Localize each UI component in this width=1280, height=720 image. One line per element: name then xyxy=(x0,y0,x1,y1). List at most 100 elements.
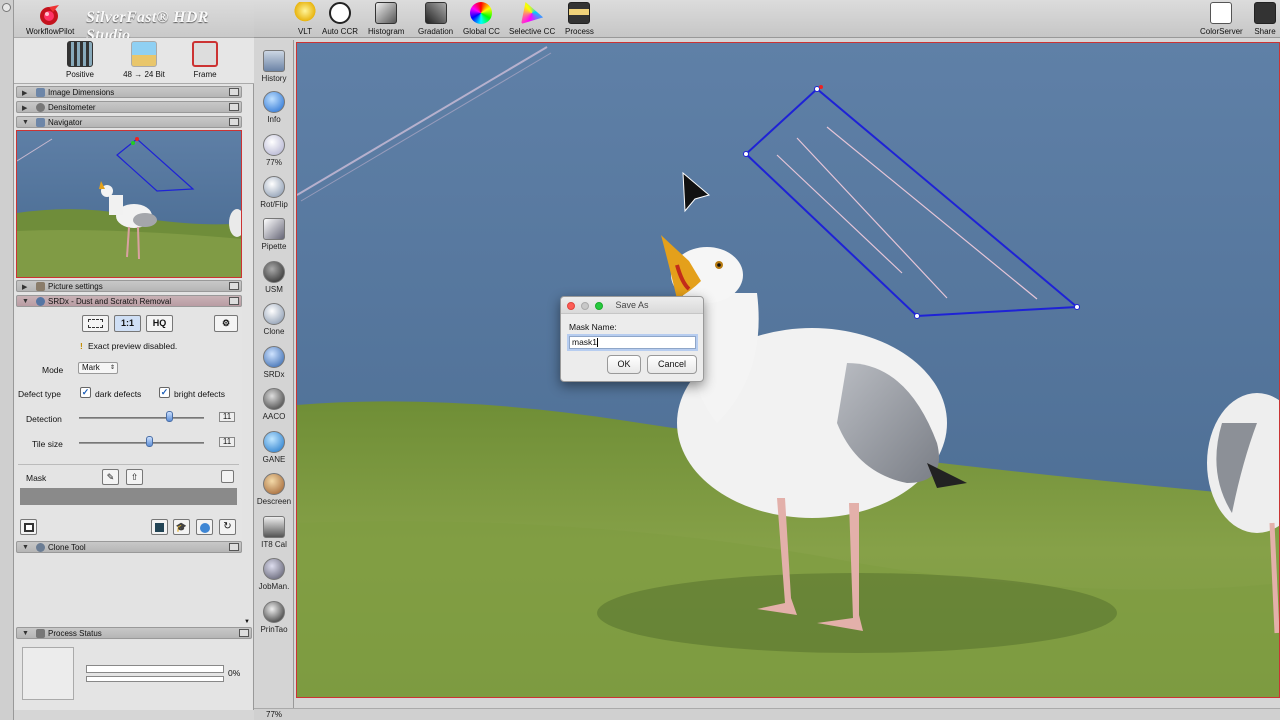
histogram-icon xyxy=(375,2,398,24)
tool-label: Info xyxy=(267,115,281,124)
srdx-tool[interactable]: SRDx xyxy=(254,346,294,379)
frame-mode-label: Frame xyxy=(193,70,217,79)
process-button[interactable]: Process xyxy=(565,2,594,36)
save-settings-button[interactable] xyxy=(20,519,37,535)
workflow-pilot-label[interactable]: WorkflowPilot xyxy=(26,27,74,36)
navigator-preview[interactable] xyxy=(16,130,242,278)
tile-size-value[interactable]: 11 xyxy=(219,437,235,447)
history-tool[interactable]: History xyxy=(254,50,294,83)
mask-name-input[interactable]: mask1 xyxy=(569,336,696,349)
bit-depth-button[interactable]: 48 → 24 Bit xyxy=(114,41,174,81)
clone-tool[interactable]: Clone xyxy=(254,303,294,336)
strip-toggle-icon[interactable] xyxy=(2,3,11,12)
disclosure-right-icon: ▶ xyxy=(22,90,28,97)
section-options-icon[interactable] xyxy=(229,118,239,126)
mode-select-value: Mark xyxy=(82,363,100,372)
bright-defects-label: bright defects xyxy=(174,389,226,399)
detection-slider[interactable] xyxy=(79,417,204,419)
rotflip-tool[interactable]: Rot/Flip xyxy=(254,176,294,209)
colorserver-button[interactable]: ColorServer xyxy=(1200,2,1243,36)
jobmanager-tool[interactable]: JobMan. xyxy=(254,558,294,591)
workflow-pilot-icon[interactable] xyxy=(38,4,62,26)
bright-defects-checkbox[interactable]: ✓ xyxy=(159,387,170,398)
section-options-icon[interactable] xyxy=(229,282,239,290)
mask-label: Mask xyxy=(26,473,47,483)
it8-cal-tool[interactable]: IT8 Cal xyxy=(254,516,294,549)
section-process-status[interactable]: ▼ Process Status xyxy=(16,627,252,639)
mask-select-button[interactable]: ⇧ xyxy=(126,469,143,485)
section-navigator[interactable]: ▼ Navigator xyxy=(16,116,242,128)
one-to-one-button[interactable]: 1:1 xyxy=(114,315,141,332)
positive-mode-button[interactable]: Positive xyxy=(50,41,110,81)
detection-value[interactable]: 11 xyxy=(219,412,235,422)
clone-section-icon xyxy=(36,543,45,552)
vlt-button[interactable]: VLT xyxy=(294,2,316,36)
scroll-down-arrow-icon[interactable]: ▼ xyxy=(244,619,250,625)
section-options-icon[interactable] xyxy=(229,543,239,551)
frame-mode-button[interactable]: Frame xyxy=(175,41,235,81)
tile-size-slider[interactable] xyxy=(79,442,204,444)
auto-ccr-button[interactable]: Auto CCR xyxy=(322,2,358,36)
section-picture-settings[interactable]: ▶ Picture settings xyxy=(16,280,242,292)
minimize-window-icon[interactable] xyxy=(581,302,589,310)
gradation-button[interactable]: Gradation xyxy=(418,2,453,36)
section-title: Picture settings xyxy=(48,282,103,291)
mask-delete-button[interactable] xyxy=(221,470,234,483)
section-options-icon[interactable] xyxy=(229,297,239,305)
pipette-tool[interactable]: Pipette xyxy=(254,218,294,251)
dialog-titlebar[interactable]: Save As xyxy=(561,297,703,314)
preview-frame-button[interactable] xyxy=(82,315,109,332)
load-settings-button[interactable] xyxy=(151,519,168,535)
gane-icon xyxy=(263,431,285,453)
help-button[interactable] xyxy=(196,519,213,535)
section-srdx[interactable]: ▼ SRDx - Dust and Scratch Removal xyxy=(16,295,242,307)
gear-icon: ⚙ xyxy=(221,318,231,328)
descreen-tool[interactable]: Descreen xyxy=(254,473,294,506)
aaco-tool[interactable]: AACO xyxy=(254,388,294,421)
it8-icon xyxy=(263,516,285,538)
tile-size-slider-knob[interactable] xyxy=(146,436,153,447)
mode-select[interactable]: Mark ⇕ xyxy=(78,362,118,374)
section-options-icon[interactable] xyxy=(229,88,239,96)
printao-tool[interactable]: PrinTao xyxy=(254,601,294,634)
mask-list[interactable] xyxy=(20,488,237,505)
navigator-icon xyxy=(36,118,45,127)
detection-slider-knob[interactable] xyxy=(166,411,173,422)
zoom-tool[interactable]: 77% xyxy=(254,134,294,167)
reset-button[interactable]: ↻ xyxy=(219,519,236,535)
zoom-window-icon[interactable] xyxy=(595,302,603,310)
share-button[interactable]: Share xyxy=(1254,2,1276,36)
mask-edit-button[interactable]: ✎ xyxy=(102,469,119,485)
preview-canvas[interactable] xyxy=(296,42,1280,698)
close-window-icon[interactable] xyxy=(567,302,575,310)
clone-icon xyxy=(263,303,285,325)
selective-cc-button[interactable]: Selective CC xyxy=(509,2,555,36)
tool-label: Clone xyxy=(263,327,285,336)
tool-label: History xyxy=(261,74,287,83)
global-cc-button[interactable]: Global CC xyxy=(463,2,500,36)
hq-button[interactable]: HQ xyxy=(146,315,173,332)
section-options-icon[interactable] xyxy=(229,103,239,111)
ok-button[interactable]: OK xyxy=(607,355,641,374)
usm-tool[interactable]: USM xyxy=(254,261,294,294)
top-toolbar: VLT Auto CCR Histogram Gradation Global … xyxy=(254,0,1280,38)
preview-image[interactable] xyxy=(297,43,1280,698)
densitometer-icon xyxy=(36,103,45,112)
section-densitometer[interactable]: ▶ Densitometer xyxy=(16,101,242,113)
zoom-status: 77% xyxy=(266,710,283,719)
gane-tool[interactable]: GANE xyxy=(254,431,294,464)
srdx-settings: 1:1 HQ ⚙ ! Exact preview disabled. Mode … xyxy=(16,307,242,542)
panel-scrollbar[interactable]: ▼ xyxy=(244,555,252,625)
section-clone-tool[interactable]: ▼ Clone Tool xyxy=(16,541,242,553)
info-tool[interactable]: Info xyxy=(254,91,294,124)
dark-defects-checkbox[interactable]: ✓ xyxy=(80,387,91,398)
section-options-icon[interactable] xyxy=(239,629,249,637)
tutorial-button[interactable]: 🎓 xyxy=(173,519,190,535)
share-label: Share xyxy=(1254,27,1276,36)
section-image-dimensions[interactable]: ▶ Image Dimensions xyxy=(16,86,242,98)
cancel-button[interactable]: Cancel xyxy=(647,355,697,374)
tool-label: Rot/Flip xyxy=(260,200,288,209)
histogram-button[interactable]: Histogram xyxy=(368,2,404,36)
process-thumbnail xyxy=(22,647,74,700)
srdx-options-button[interactable]: ⚙ xyxy=(214,315,238,332)
